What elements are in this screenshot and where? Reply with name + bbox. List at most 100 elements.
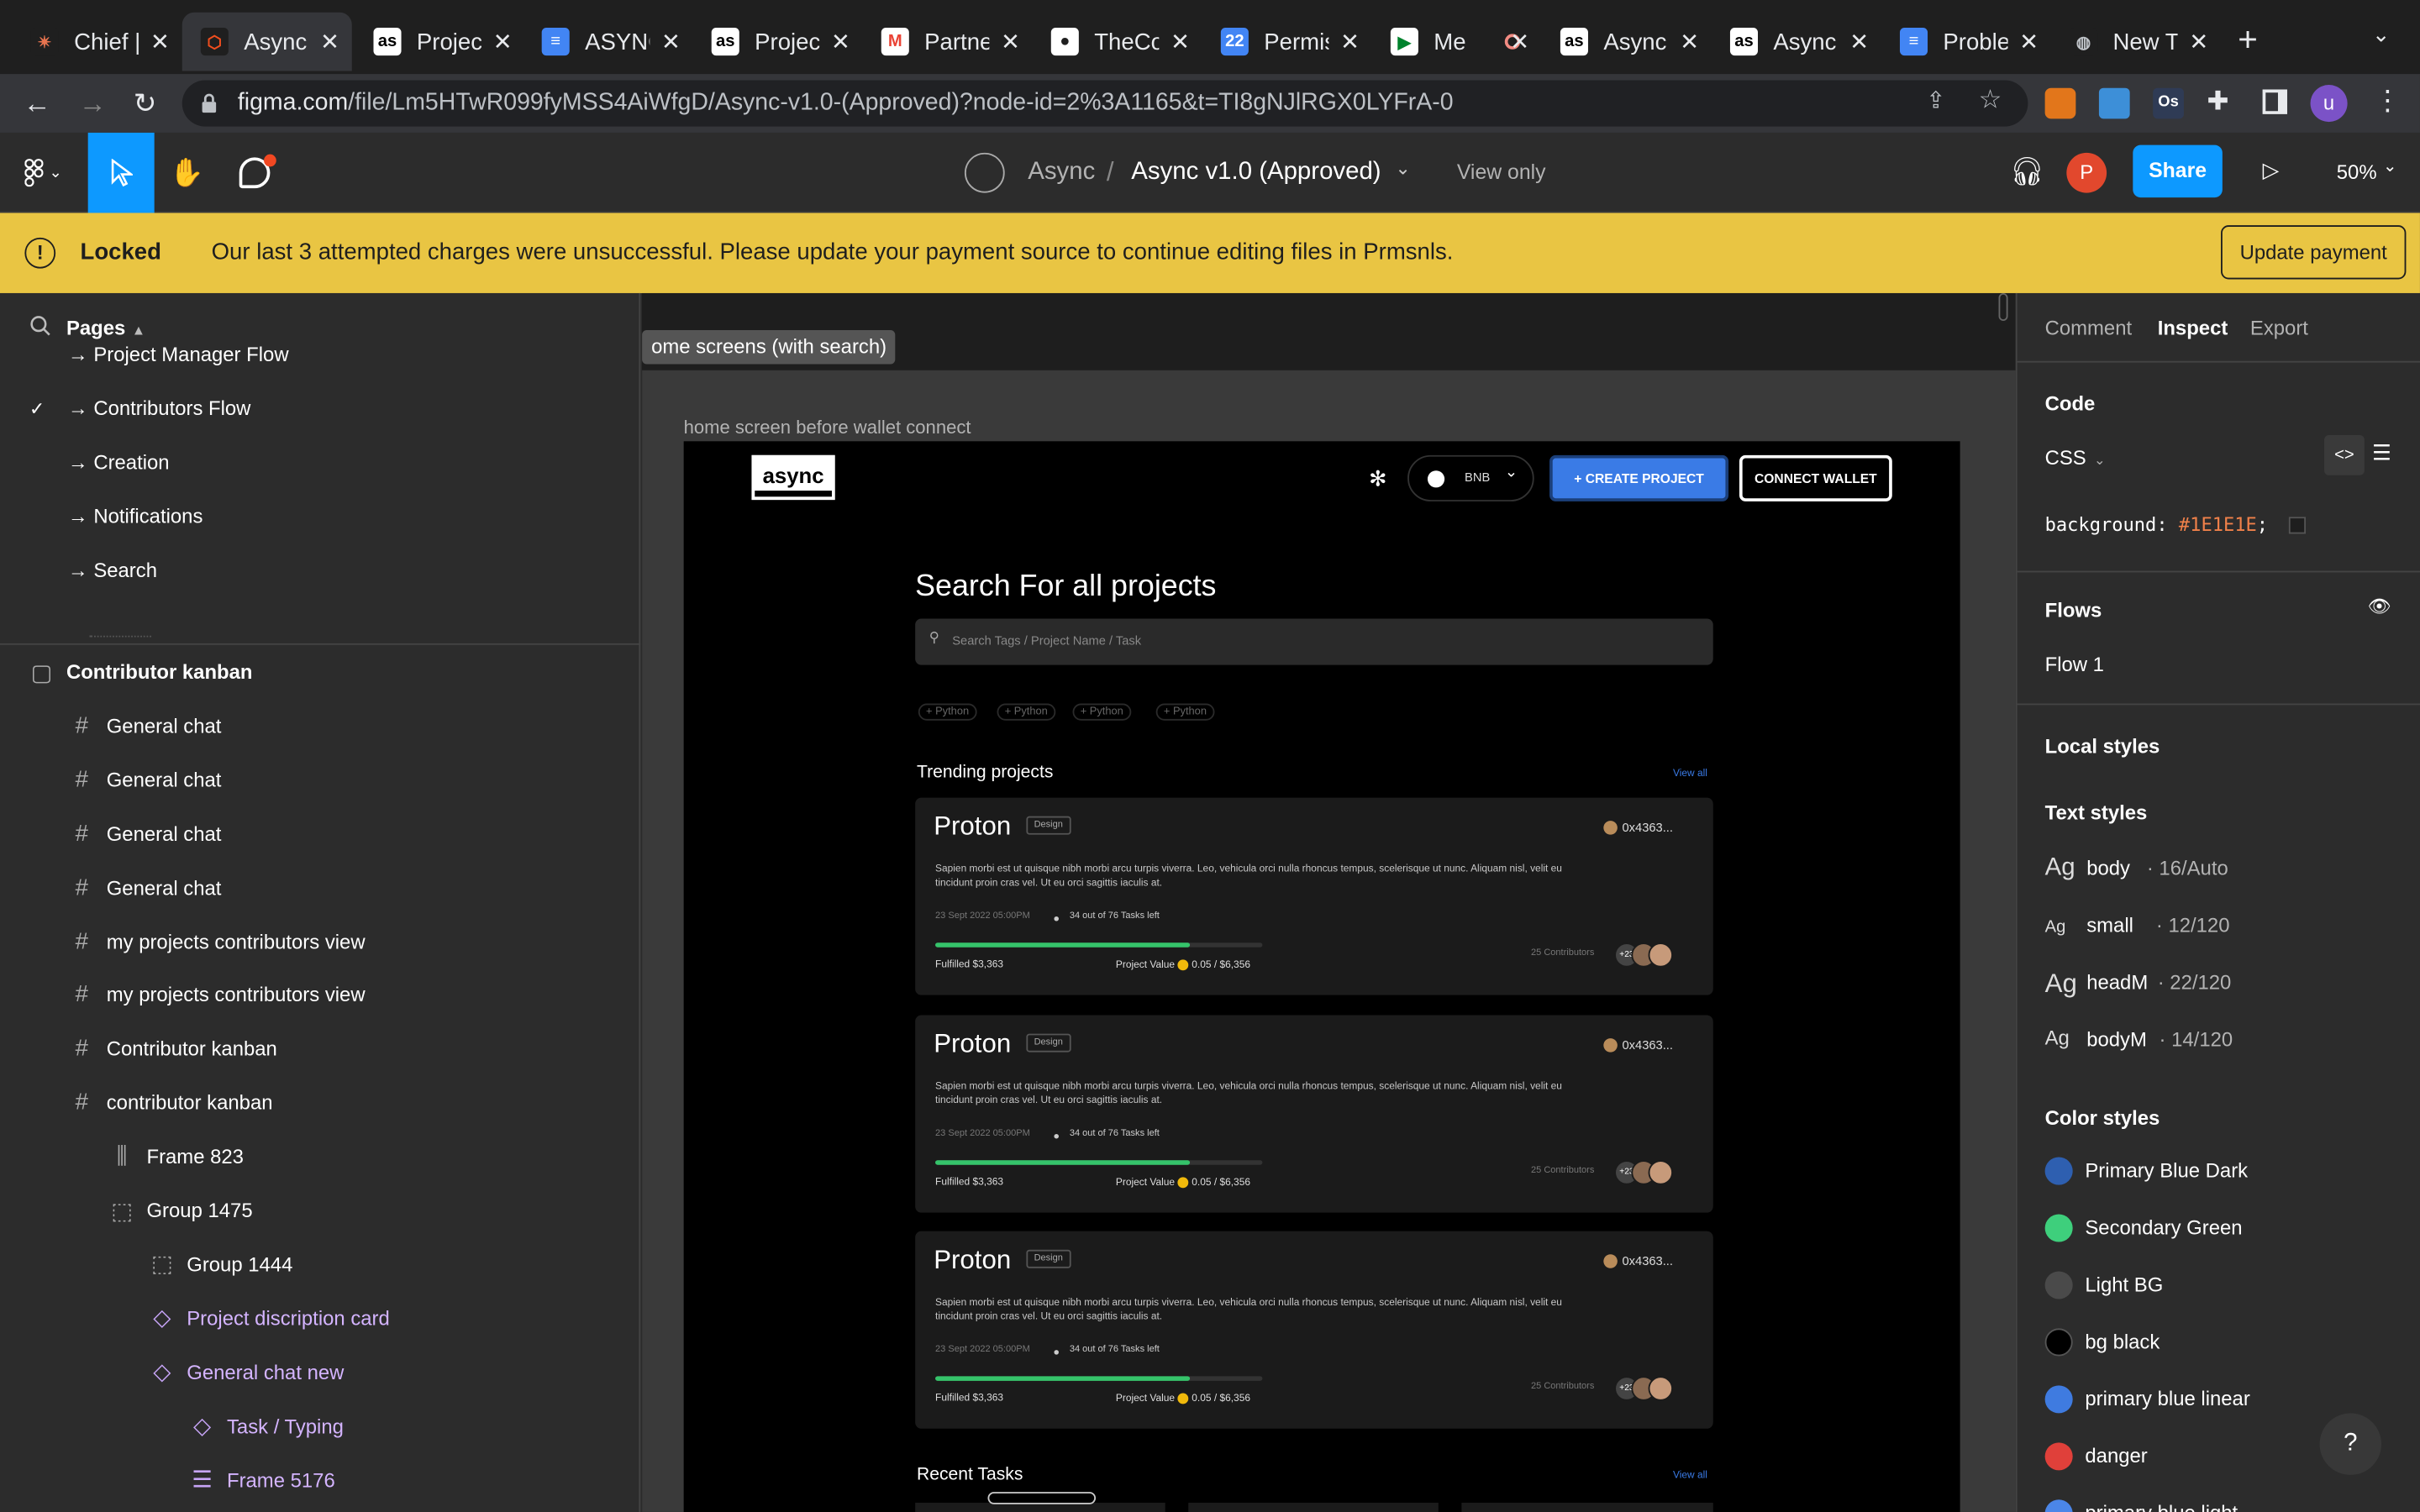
recent-view-all-link[interactable]: View all	[1673, 1470, 1707, 1481]
inspect-tab[interactable]: Export	[2250, 317, 2308, 340]
browser-tab[interactable]: ≡ ASYNC ✕	[523, 13, 693, 71]
browser-tab[interactable]: 22 Permis ✕	[1202, 13, 1372, 71]
tab-close-icon[interactable]: ✕	[1001, 28, 1020, 55]
inspect-tab[interactable]: Inspect	[2158, 317, 2228, 340]
comment-tool-button[interactable]	[222, 133, 287, 213]
text-style-item[interactable]: Ag bodyM · 14/120	[2045, 1023, 2400, 1060]
text-style-item[interactable]: Ag headM · 22/120	[2045, 966, 2400, 1003]
update-payment-button[interactable]: Update payment	[2221, 225, 2407, 280]
browser-tab[interactable]: ⬡ Async ✕	[182, 12, 352, 71]
share-page-icon[interactable]: ⇪	[1926, 87, 1945, 114]
layer-item[interactable]: # contributor kanban	[0, 1076, 640, 1130]
list-view-icon[interactable]: ☰	[2372, 439, 2391, 465]
share-button[interactable]: Share	[2133, 144, 2223, 198]
tab-close-icon[interactable]: ✕	[150, 28, 170, 55]
page-item[interactable]: → Creation	[68, 435, 170, 489]
team-name[interactable]: Async	[1028, 159, 1095, 186]
color-style-item[interactable]: Light BG	[2018, 1271, 2420, 1308]
layer-item[interactable]: ☰ Frame 5176	[0, 1452, 640, 1506]
os-extension-icon[interactable]: Os	[2153, 87, 2184, 119]
text-style-item[interactable]: Ag small · 12/120	[2045, 909, 2400, 946]
back-icon[interactable]: ←	[18, 85, 55, 122]
present-play-icon[interactable]: ▷	[2263, 157, 2280, 183]
tag-chip[interactable]: + Python	[918, 703, 977, 721]
browser-tab[interactable]: as Projec ✕	[693, 13, 863, 71]
tag-chip[interactable]: + Python	[1072, 703, 1131, 721]
hand-tool-button[interactable]: ✋	[156, 133, 218, 213]
layer-item[interactable]: ⬚ Group 1475	[0, 1184, 640, 1237]
tab-close-icon[interactable]: ✕	[1171, 28, 1190, 55]
main-menu-button[interactable]: ⌄	[13, 133, 74, 213]
inspect-tab[interactable]: Comment	[2045, 317, 2133, 340]
side-panel-icon[interactable]	[2262, 89, 2287, 114]
address-bar[interactable]: figma.com/file/Lm5HTwR099fyMSS4AiWfgD/As…	[182, 80, 2028, 127]
layer-item[interactable]: ⬚ Group 1444	[0, 1237, 640, 1291]
user-avatar[interactable]: P	[2066, 152, 2107, 193]
canvas[interactable]: ome screens (with search) home screen be…	[642, 292, 2016, 1512]
reload-icon[interactable]: ↻	[127, 85, 164, 122]
hide-eye-icon[interactable]: 👁︎	[2367, 596, 2391, 617]
network-selector[interactable]: BNB ⌄	[1407, 454, 1534, 501]
tab-close-icon[interactable]: ✕	[1510, 28, 1529, 55]
layer-item[interactable]: ◇ General chat new	[0, 1345, 640, 1399]
browser-tab[interactable]: M Partne ✕	[863, 13, 1033, 71]
browser-tab[interactable]: ● TheCo ✕	[1033, 13, 1202, 71]
file-chevron-down-icon[interactable]: ⌄	[1395, 157, 1410, 179]
tab-close-icon[interactable]: ✕	[2189, 28, 2208, 55]
layer-item[interactable]: ◇ Project discription card	[0, 1291, 640, 1345]
color-style-item[interactable]: Secondary Green	[2018, 1214, 2420, 1251]
contributor-avatars[interactable]: +23	[1614, 1160, 1673, 1185]
card-owner[interactable]: 0x4363...	[1603, 1254, 1673, 1269]
page-item[interactable]: → Project Manager Flow	[68, 327, 289, 381]
help-button[interactable]: ?	[2319, 1413, 2382, 1475]
tab-close-icon[interactable]: ✕	[2019, 28, 2039, 55]
tab-search-icon[interactable]: ⌄	[2372, 22, 2391, 48]
bookmark-star-icon[interactable]: ☆	[1979, 85, 2002, 116]
code-language-dropdown[interactable]: CSS ⌄	[2045, 446, 2106, 470]
browser-tab[interactable]: ≡ Proble ✕	[1881, 13, 2051, 71]
browser-tab[interactable]: ◍ New T ✕	[2051, 13, 2221, 71]
layer-item[interactable]: # my projects contributors view	[0, 914, 640, 968]
tag-chip[interactable]: + Python	[997, 703, 1055, 721]
trending-view-all-link[interactable]: View all	[1673, 769, 1707, 780]
contributor-avatars[interactable]: +23	[1614, 942, 1673, 968]
text-style-item[interactable]: Ag body · 16/Auto	[2045, 852, 2400, 889]
layer-item[interactable]: # my projects contributors view	[0, 968, 640, 1021]
create-project-button[interactable]: + CREATE PROJECT	[1549, 454, 1729, 501]
search-field[interactable]: ⚲ Search Tags / Project Name / Task	[915, 618, 1713, 665]
contributor-avatars[interactable]: +23	[1614, 1376, 1673, 1401]
page-item[interactable]: → Search	[68, 543, 157, 597]
browser-tab[interactable]: as Async ✕	[1542, 13, 1712, 71]
project-card[interactable]: Proton Design 0x4363... Sapien morbi est ut…	[915, 1015, 1713, 1213]
metamask-icon[interactable]	[2044, 87, 2076, 119]
frame-label[interactable]: home screen before wallet connect	[684, 417, 971, 438]
new-tab-icon[interactable]: +	[2238, 21, 2258, 59]
move-tool-button[interactable]	[87, 132, 155, 213]
flow-item[interactable]: Flow 1	[2045, 653, 2104, 676]
design-frame[interactable]: async ✻ BNB ⌄ + CREATE PROJECT CONNECT W…	[683, 441, 1960, 1512]
search-icon[interactable]	[29, 315, 51, 337]
project-card[interactable]: Proton Design 0x4363... Sapien morbi est ut…	[915, 1231, 1713, 1429]
card-owner[interactable]: 0x4363...	[1603, 821, 1673, 836]
browser-tab[interactable]: as Async ✕	[1712, 13, 1881, 71]
browser-menu-icon[interactable]: ⋮	[2374, 85, 2402, 118]
tab-close-icon[interactable]: ✕	[661, 28, 681, 55]
card-owner[interactable]: 0x4363...	[1603, 1038, 1673, 1053]
browser-tab[interactable]: ✴ Chief | ✕	[13, 13, 182, 71]
tab-close-icon[interactable]: ✕	[1340, 28, 1360, 55]
layer-item[interactable]: # General chat	[0, 860, 640, 914]
tab-close-icon[interactable]: ✕	[1849, 28, 1869, 55]
tab-close-icon[interactable]: ✕	[1680, 28, 1699, 55]
browser-tab[interactable]: as Projec ✕	[355, 13, 524, 71]
zoom-level[interactable]: 50%	[2337, 160, 2377, 184]
tab-close-icon[interactable]: ✕	[831, 28, 850, 55]
code-view-icon[interactable]: <>	[2324, 434, 2365, 475]
color-style-item[interactable]: Primary Blue Dark	[2018, 1157, 2420, 1194]
section-label[interactable]: ome screens (with search)	[642, 330, 897, 365]
audio-headphones-icon[interactable]: 🎧︎	[2009, 156, 2044, 189]
zoom-chevron-icon[interactable]: ⌄	[2383, 156, 2397, 176]
forward-icon[interactable]: →	[74, 85, 111, 122]
layer-item[interactable]: # General chat	[0, 699, 640, 753]
puzzle-icon[interactable]: ✚	[2207, 87, 2228, 118]
page-item[interactable]: → Notifications	[68, 489, 203, 543]
